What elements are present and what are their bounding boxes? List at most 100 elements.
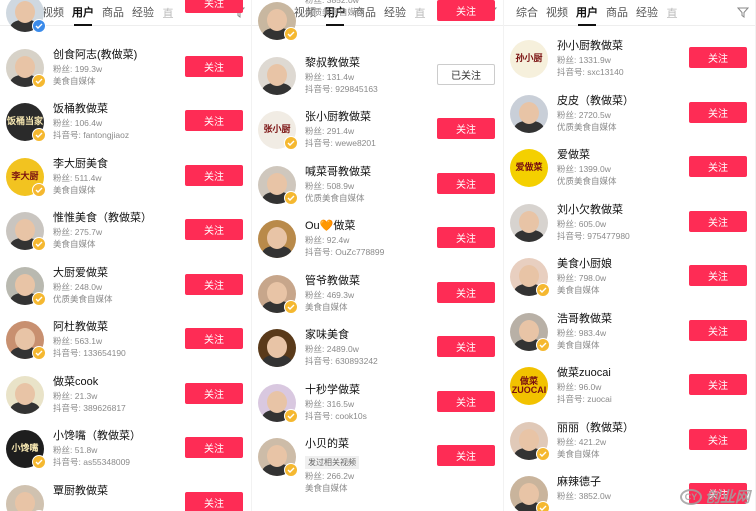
user-name[interactable]: 做菜cook — [53, 374, 177, 390]
tab-users[interactable]: 用户 — [572, 0, 602, 26]
user-meta-line: 抖音号: OuZc778899 — [305, 247, 385, 257]
follow-button[interactable]: 关注 — [185, 219, 243, 240]
avatar[interactable] — [258, 220, 296, 258]
follow-button[interactable]: 关注 — [185, 382, 243, 404]
tab-video[interactable]: 视频 — [542, 0, 572, 26]
user-row[interactable]: 皮皮（教做菜） 粉丝: 2720.5w 优质美食自媒体 关注 — [504, 87, 755, 142]
user-name[interactable]: 孙小厨教做菜 — [557, 38, 681, 54]
follow-button[interactable]: 关注 — [437, 390, 495, 412]
user-row[interactable]: 粉丝: 3852.0w 优质美食自媒体 关注 — [252, 0, 503, 49]
follow-button[interactable]: 关注 — [185, 110, 243, 131]
following-button[interactable]: 已关注 — [437, 63, 495, 85]
avatar[interactable] — [258, 329, 296, 367]
user-name[interactable]: 浩哥教做菜 — [557, 311, 681, 327]
user-name[interactable]: 喊菜哥教做菜 — [305, 164, 429, 180]
user-name[interactable]: 管爷教做菜 — [305, 273, 429, 289]
tab-experience[interactable]: 经验 — [632, 0, 662, 26]
user-row[interactable]: 黎叔教做菜 粉丝: 131.4w 抖音号: 929845163 已关注 — [252, 49, 503, 104]
user-name[interactable]: Ou🧡做菜 — [305, 218, 429, 234]
user-row[interactable]: 浩哥教做菜 粉丝: 983.4w 美食自媒体 关注 — [504, 305, 755, 360]
user-name[interactable]: 大厨爱做菜 — [53, 265, 177, 281]
user-row[interactable]: 宿迁千伟信息科技有限公司关注 — [0, 0, 251, 41]
user-row[interactable]: 丽丽（教做菜） 粉丝: 421.2w 美食自媒体 关注 — [504, 414, 755, 469]
user-name[interactable]: 覃厨教做菜 — [53, 483, 177, 499]
user-name[interactable]: 麻辣德子 — [557, 474, 681, 490]
tab-more[interactable]: 直 — [662, 5, 682, 21]
user-row[interactable]: 创食阿志(教做菜) 粉丝: 199.3w 美食自媒体 关注 — [0, 41, 251, 96]
user-row[interactable]: 张小厨 张小厨教做菜 粉丝: 291.4w 抖音号: wewe8201 关注 — [252, 103, 503, 158]
avatar[interactable]: 孙小厨 — [510, 40, 548, 78]
user-name[interactable]: 爱做菜 — [557, 147, 681, 163]
user-name[interactable]: 阿杜教做菜 — [53, 319, 177, 335]
user-row[interactable]: 家味美食 粉丝: 2489.0w 抖音号: 630893242 关注 — [252, 321, 503, 376]
follow-button[interactable]: 关注 — [185, 273, 243, 295]
avatar[interactable] — [6, 375, 44, 414]
avatar[interactable] — [6, 484, 44, 511]
user-row[interactable]: 大厨爱做菜 粉丝: 248.0w 优质美食自媒体 关注 — [0, 259, 251, 314]
user-name[interactable]: 惟惟美食（教做菜） — [53, 210, 177, 226]
user-name[interactable]: 小馋嘴（教做菜） — [53, 428, 177, 444]
user-row[interactable]: 孙小厨 孙小厨教做菜 粉丝: 1331.9w 抖音号: sxc13140 关注 — [504, 32, 755, 87]
follow-button[interactable]: 关注 — [437, 227, 495, 248]
user-row[interactable]: 十秒学做菜 粉丝: 316.5w 抖音号: cook10s 关注 — [252, 376, 503, 431]
follow-button[interactable]: 关注 — [185, 164, 243, 186]
follow-button[interactable]: 关注 — [185, 437, 243, 458]
user-name[interactable]: 创食阿志(教做菜) — [53, 47, 177, 63]
user-row[interactable]: 小馋嘴 小馋嘴（教做菜） 粉丝: 51.8w 抖音号: as55348009 关注 — [0, 422, 251, 477]
follow-button[interactable]: 关注 — [689, 265, 747, 286]
follow-button[interactable]: 关注 — [437, 118, 495, 139]
follow-button[interactable]: 关注 — [689, 210, 747, 232]
user-row[interactable]: 美食小厨娘 粉丝: 798.0w 美食自媒体 关注 — [504, 250, 755, 305]
follow-button[interactable]: 关注 — [185, 55, 243, 77]
user-name[interactable]: 皮皮（教做菜） — [557, 93, 681, 109]
user-row[interactable]: 覃厨教做菜 关注 — [0, 477, 251, 511]
follow-button[interactable]: 关注 — [689, 374, 747, 395]
avatar[interactable]: 爱做菜 — [510, 149, 548, 187]
user-name[interactable]: 小贝的菜 — [305, 436, 429, 452]
user-name[interactable]: 饭桶教做菜 — [53, 101, 177, 117]
avatar[interactable] — [510, 94, 548, 133]
user-row[interactable]: 小贝的菜 发过相关视频 粉丝: 266.2w 美食自媒体 关注 — [252, 430, 503, 493]
follow-button[interactable]: 关注 — [689, 319, 747, 341]
tab-comprehensive[interactable]: 综合 — [512, 0, 542, 26]
user-name[interactable]: 做菜zuocai — [557, 365, 681, 381]
user-row[interactable]: 李大厨 李大厨美食 粉丝: 511.4w 美食自媒体 关注 — [0, 150, 251, 205]
user-row[interactable]: 做菜 ZUOCAI 做菜zuocai 粉丝: 96.0w 抖音号: zuocai 关注 — [504, 359, 755, 414]
user-name[interactable]: 李大厨美食 — [53, 156, 177, 172]
user-row[interactable]: 爱做菜 爱做菜 粉丝: 1399.0w 优质美食自媒体 关注 — [504, 141, 755, 196]
user-meta-line: 粉丝: 266.2w — [305, 471, 355, 481]
follow-button[interactable]: 关注 — [689, 101, 747, 123]
user-name[interactable]: 美食小厨娘 — [557, 256, 681, 272]
filter-icon[interactable] — [737, 6, 749, 18]
avatar[interactable] — [510, 203, 548, 242]
follow-button[interactable]: 关注 — [437, 336, 495, 357]
user-name[interactable]: 家味美食 — [305, 327, 429, 343]
follow-button[interactable]: 关注 — [185, 0, 243, 13]
follow-button[interactable]: 关注 — [437, 445, 495, 466]
follow-button[interactable]: 关注 — [689, 47, 747, 68]
follow-button[interactable]: 关注 — [437, 0, 495, 21]
user-row[interactable]: 刘小欠教做菜 粉丝: 605.0w 抖音号: 975477980 关注 — [504, 196, 755, 251]
user-name[interactable]: 丽丽（教做菜） — [557, 420, 681, 436]
follow-button[interactable]: 关注 — [437, 172, 495, 194]
follow-button[interactable]: 关注 — [185, 491, 243, 511]
tab-products[interactable]: 商品 — [602, 0, 632, 26]
follow-button[interactable]: 关注 — [437, 281, 495, 303]
user-name[interactable]: 刘小欠教做菜 — [557, 202, 681, 218]
follow-button[interactable]: 关注 — [689, 156, 747, 177]
user-name[interactable]: 张小厨教做菜 — [305, 109, 429, 125]
user-row[interactable]: 喊菜哥教做菜 粉丝: 508.9w 优质美食自媒体 关注 — [252, 158, 503, 213]
user-row[interactable]: Ou🧡做菜 粉丝: 92.4w 抖音号: OuZc778899 关注 — [252, 212, 503, 267]
avatar-logo-text: 张小厨 — [263, 124, 291, 135]
user-name[interactable]: 黎叔教做菜 — [305, 55, 429, 71]
avatar[interactable] — [258, 56, 296, 95]
follow-button[interactable]: 关注 — [689, 428, 747, 450]
user-row[interactable]: 阿杜教做菜 粉丝: 563.1w 抖音号: 133654190 关注 — [0, 313, 251, 368]
user-row[interactable]: 饭桶当家 饭桶教做菜 粉丝: 106.4w 抖音号: fantongjiaoz 关注 — [0, 95, 251, 150]
user-row[interactable]: 管爷教做菜 粉丝: 469.3w 美食自媒体 关注 — [252, 267, 503, 322]
user-row[interactable]: 惟惟美食（教做菜） 粉丝: 275.7w 美食自媒体 关注 — [0, 204, 251, 259]
follow-button[interactable]: 关注 — [185, 328, 243, 349]
avatar[interactable]: 做菜 ZUOCAI — [510, 367, 548, 405]
user-name[interactable]: 十秒学做菜 — [305, 382, 429, 398]
user-row[interactable]: 做菜cook 粉丝: 21.3w 抖音号: 389626817 关注 — [0, 368, 251, 423]
